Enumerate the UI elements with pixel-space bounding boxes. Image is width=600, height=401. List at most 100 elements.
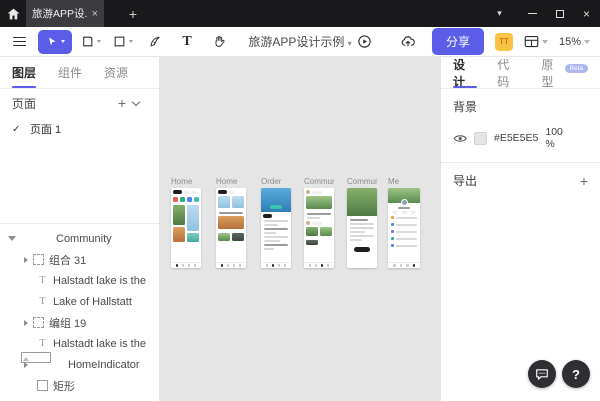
layer-label: Community — [56, 233, 112, 245]
thumb-photo — [218, 216, 244, 229]
window-minimize-button[interactable] — [519, 0, 546, 27]
canvas-frame-community-2[interactable]: Commun... — [347, 176, 377, 268]
thumb-line — [264, 232, 276, 234]
thumb-line — [264, 236, 288, 238]
thumb-line — [350, 223, 374, 225]
canvas-frame-order[interactable]: Order — [261, 176, 291, 268]
thumb-icon-row — [171, 194, 201, 203]
window-close-button[interactable]: × — [573, 0, 600, 27]
phone-mockup-home-1[interactable] — [171, 188, 201, 268]
thumb-photo — [306, 227, 318, 236]
background-color-swatch[interactable] — [474, 132, 487, 145]
thumb-navbar — [304, 262, 334, 268]
layer-row-text-1[interactable]: T Halstadt lake is the — [0, 270, 159, 291]
home-icon[interactable] — [0, 0, 26, 27]
thumb-line — [350, 235, 374, 237]
tab-design[interactable]: 设计 — [453, 57, 475, 88]
toolbar: T 旅游APP设计示例 ▾ 分享 TT 15% — [0, 27, 600, 57]
new-tab-button[interactable]: + — [118, 6, 148, 22]
avatar[interactable]: TT — [495, 33, 513, 51]
canvas-frame-home-2[interactable]: Home — [216, 176, 246, 268]
move-tool-button[interactable] — [38, 30, 72, 54]
collapse-caret-icon[interactable] — [8, 236, 16, 241]
thumb-photo — [306, 196, 332, 209]
text-tool-button[interactable]: T — [174, 30, 200, 54]
phone-mockup-community-1[interactable] — [304, 188, 334, 268]
canvas-frame-community-1[interactable]: Commun... — [304, 176, 334, 268]
tab-prototype[interactable]: 原型 Beta — [541, 57, 588, 88]
layout-grid-button[interactable] — [524, 30, 548, 54]
frame-label[interactable]: Order — [261, 176, 291, 188]
tab-layers[interactable]: 图层 — [12, 57, 36, 88]
thumb-menu-row — [388, 228, 420, 235]
main-menu-button[interactable] — [6, 30, 32, 54]
expand-caret-icon[interactable] — [24, 320, 28, 326]
phone-mockup-community-2[interactable] — [347, 188, 377, 268]
thumb-row — [304, 188, 334, 194]
workspace: 图层 组件 资源 页面 + ✓ 页面 1 Community 组合 31 — [0, 57, 600, 401]
canvas-frame-me[interactable]: Me — [388, 176, 420, 268]
visibility-eye-icon[interactable] — [453, 133, 467, 144]
canvas[interactable]: Home Home — [160, 57, 440, 401]
help-button[interactable]: ? — [562, 360, 590, 388]
maximize-icon — [556, 10, 564, 18]
canvas-frame-home-1[interactable]: Home — [171, 176, 201, 268]
thumb-line — [219, 212, 243, 214]
share-button[interactable]: 分享 — [432, 28, 484, 55]
layer-row-group-31[interactable]: 组合 31 — [0, 249, 159, 270]
frame-label[interactable]: Home — [216, 176, 246, 188]
thumb-photo — [320, 227, 332, 236]
pen-tool-button[interactable] — [142, 30, 168, 54]
text-layer-icon: T — [37, 296, 48, 307]
background-section: 背景 — [441, 89, 600, 116]
frame-label[interactable]: Me — [388, 176, 420, 188]
layer-row-community[interactable]: Community — [0, 228, 159, 249]
phone-mockup-home-2[interactable] — [216, 188, 246, 268]
rectangle-tool-icon — [113, 35, 126, 48]
tab-resources[interactable]: 资源 — [104, 57, 128, 88]
thumb-line — [396, 238, 417, 240]
frame-label[interactable]: Commun... — [304, 176, 334, 188]
phone-mockup-me[interactable] — [388, 188, 420, 268]
tab-components[interactable]: 组件 — [58, 57, 82, 88]
layer-label: 组合 31 — [49, 252, 86, 268]
expand-caret-icon[interactable] — [24, 257, 28, 263]
thumb-photo — [261, 188, 291, 212]
frame-label[interactable]: Home — [171, 176, 201, 188]
phone-mockup-order[interactable] — [261, 188, 291, 268]
document-tab[interactable]: 旅游APP设... × — [26, 0, 104, 27]
background-opacity-value[interactable]: 100 % — [545, 126, 588, 150]
layer-label: Halstadt lake is the — [53, 338, 146, 350]
feedback-button[interactable] — [528, 360, 556, 388]
background-header: 背景 — [453, 100, 477, 114]
background-hex-value[interactable]: #E5E5E5 — [494, 132, 538, 144]
minimize-icon — [528, 13, 537, 14]
layer-row-text-3[interactable]: T Halstadt lake is the — [0, 333, 159, 354]
layer-row-text-2[interactable]: T Lake of Hallstatt — [0, 291, 159, 312]
upload-button[interactable] — [395, 30, 421, 54]
present-button[interactable] — [352, 30, 378, 54]
tab-code[interactable]: 代码 — [497, 57, 519, 88]
window-menu-caret-icon[interactable]: ▾ — [486, 0, 513, 27]
pages-collapse-chevron-icon[interactable] — [132, 98, 140, 106]
page-item-1[interactable]: ✓ 页面 1 — [0, 117, 159, 141]
doc-title[interactable]: 旅游APP设计示例 ▾ — [248, 35, 351, 49]
window-maximize-button[interactable] — [546, 0, 573, 27]
add-page-button[interactable]: + — [111, 95, 133, 111]
frame-label[interactable]: Commun... — [347, 176, 377, 188]
document-tab-title: 旅游APP设... — [32, 6, 88, 21]
frame-tool-button[interactable] — [78, 30, 104, 54]
zoom-control[interactable]: 15% — [559, 36, 590, 48]
hand-tool-button[interactable] — [206, 30, 232, 54]
thumb-photo — [173, 205, 185, 225]
thumb-photo-grid — [304, 225, 334, 238]
page-selected-check-icon: ✓ — [12, 124, 22, 135]
doc-title-text: 旅游APP设计示例 — [248, 35, 344, 49]
shape-tool-button[interactable] — [110, 30, 136, 54]
thumb-line — [264, 248, 274, 250]
add-export-button[interactable]: + — [580, 173, 588, 189]
tab-close-icon[interactable]: × — [92, 8, 98, 20]
layer-row-rect[interactable]: 矩形 — [0, 375, 159, 396]
toolbar-right: 分享 TT 15% — [352, 28, 590, 55]
layer-row-group-19[interactable]: 编组 19 — [0, 312, 159, 333]
